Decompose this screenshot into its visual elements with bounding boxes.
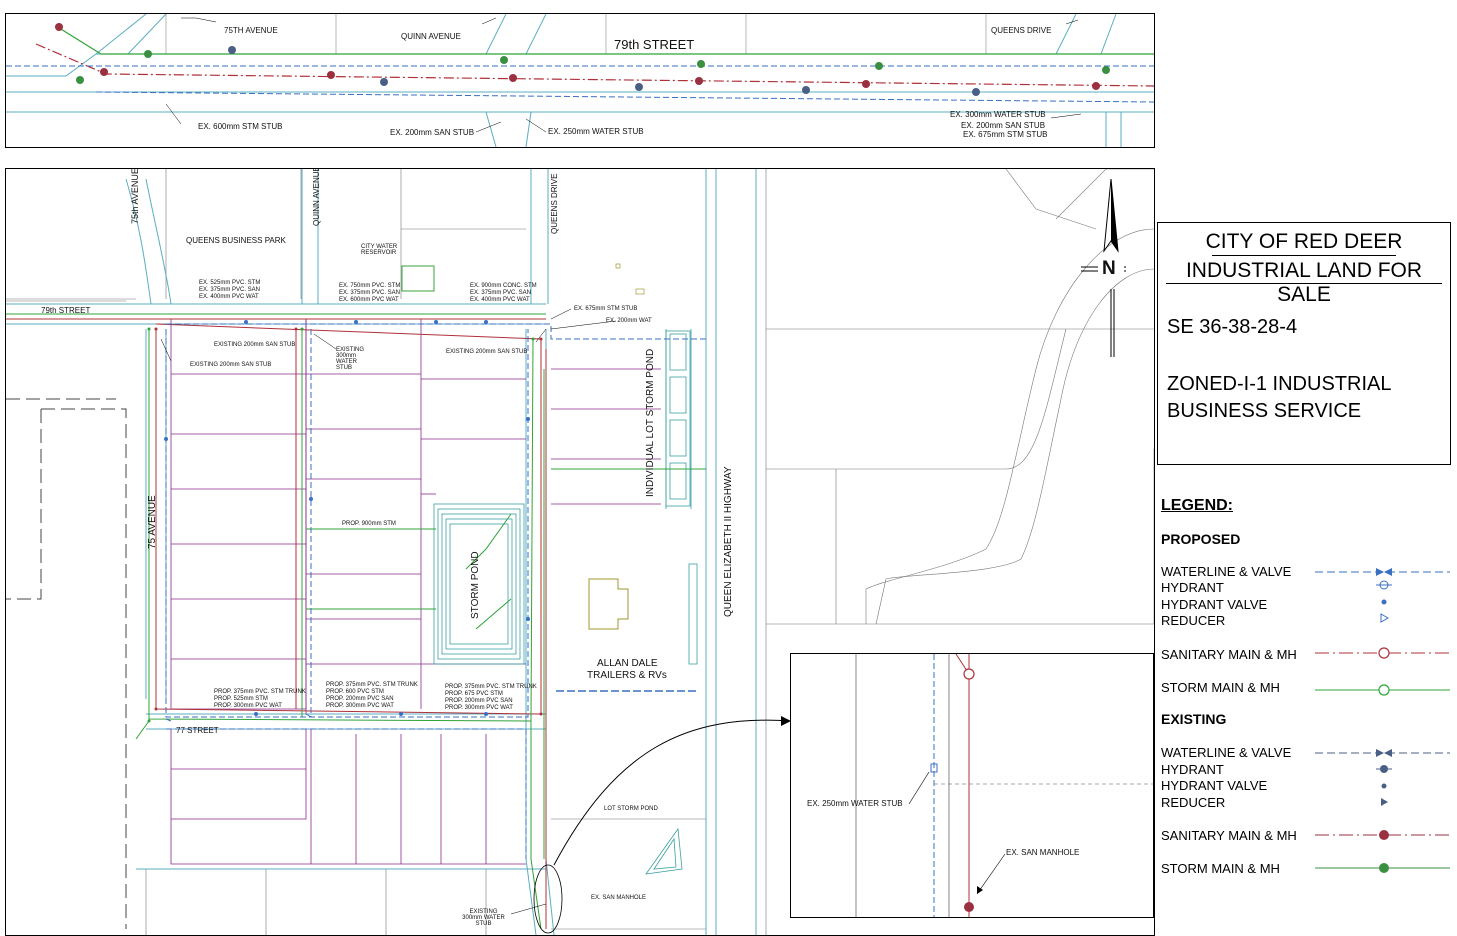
note-5-line-4: PROP. 300mm PVC WAT xyxy=(326,703,394,709)
label-prop-900-stm: PROP. 900mm STM xyxy=(342,521,396,527)
top-label-queens-drive: QUEENS DRIVE xyxy=(991,26,1052,35)
legend-symbols xyxy=(1315,568,1450,873)
inset-drawing xyxy=(855,654,1153,917)
label-existing-water-stub-small: EXISTING 300mm WATER STUB xyxy=(462,909,505,927)
label-allan-dale-trailers: TRAILERS & RVs xyxy=(587,670,667,681)
top-stub-200-san-2: EX. 200mm SAN STUB xyxy=(961,121,1046,130)
top-stub-200-san: EX. 200mm SAN STUB xyxy=(390,128,475,137)
title-legal-description: SE 36-38-28-4 xyxy=(1167,316,1298,338)
label-city-water-reservoir: CITY WATER RESERVOIR xyxy=(361,244,398,256)
top-label-75th-avenue: 75TH AVENUE xyxy=(224,26,278,35)
label-ex-200-wat: EX. 200mm WAT xyxy=(606,318,652,324)
label-allan-dale: ALLAN DALE xyxy=(597,658,658,669)
legend-proposed-hydrant-valve: HYDRANT VALVE xyxy=(1161,597,1268,612)
note-4-line-1: PROP. 375mm PVC. STM TRUNK xyxy=(214,689,306,695)
note-2-line-3: EX. 600mm PVC WAT xyxy=(339,297,399,303)
legend-proposed-sanitary: SANITARY MAIN & MH xyxy=(1161,647,1297,662)
legend-existing-sanitary: SANITARY MAIN & MH xyxy=(1161,828,1297,843)
label-qe2-highway: QUEEN ELIZABETH II HIGHWAY xyxy=(723,466,734,617)
note-2-line-2: EX. 375mm PVC. SAN xyxy=(339,290,401,296)
label-79th-street: 79th STREET xyxy=(41,306,91,315)
legend-existing-reducer: REDUCER xyxy=(1161,795,1226,810)
note-3-line-2: EX. 375mm PVC. SAN xyxy=(470,290,532,296)
label-existing-200-san-stub-3: EXISTING 200mm SAN STUB xyxy=(446,349,528,355)
legend-existing-storm: STORM MAIN & MH xyxy=(1161,861,1280,876)
legend-existing-heading: EXISTING xyxy=(1161,711,1227,727)
top-label-quinn-avenue: QUINN AVENUE xyxy=(401,32,461,41)
title-zoning-line-1: ZONED-I-1 INDUSTRIAL xyxy=(1167,373,1392,395)
main-storm-trunk xyxy=(135,329,542,930)
note-5-line-3: PROP. 200mm PVC SAN xyxy=(326,696,394,702)
label-queens-drive: QUEENS DRIVE xyxy=(550,173,559,234)
note-6-line-4: PROP. 300mm PVC WAT xyxy=(445,705,513,711)
label-existing-300-water-stub: EXISTING 300mm WATER STUB xyxy=(336,347,365,371)
label-75-avenue: 75 AVENUE xyxy=(147,495,158,549)
north-arrow xyxy=(1081,179,1126,357)
legend-proposed-storm: STORM MAIN & MH xyxy=(1161,680,1280,695)
label-individual-lot-storm-pond: INDIVIDUAL LOT STORM POND xyxy=(645,348,656,497)
label-queens-business-park: QUEENS BUSINESS PARK xyxy=(186,236,286,245)
note-1-line-1: EX. 525mm PVC. STM xyxy=(199,280,261,286)
note-6-line-3: PROP. 200mm PVC SAN xyxy=(445,698,513,704)
label-quinn-avenue: QUINN AVENUE xyxy=(312,168,321,226)
legend-proposed-waterline: WATERLINE & VALVE xyxy=(1161,564,1292,579)
note-block-3: EX. 900mm CONC. STM EX. 375mm PVC. SAN E… xyxy=(470,283,537,304)
top-label-79th-street: 79th STREET xyxy=(614,37,695,52)
note-6-line-1: PROP. 375mm PVC. STM TRUNK xyxy=(445,684,537,690)
legend-proposed-reducer: REDUCER xyxy=(1161,613,1226,628)
top-stub-250-water: EX. 250mm WATER STUB xyxy=(548,127,644,136)
main-water-79 xyxy=(166,323,706,340)
label-existing-200-san-stub-1: EXISTING 200mm SAN STUB xyxy=(190,362,272,368)
label-storm-pond: STORM POND xyxy=(470,551,481,619)
top-stub-600-stm: EX. 600mm STM STUB xyxy=(198,122,283,131)
legend-title: LEGEND: xyxy=(1161,497,1233,514)
legend-proposed-heading: PROPOSED xyxy=(1161,531,1241,547)
top-storm-main xyxy=(55,25,1154,55)
note-block-5: PROP. 375mm PVC. STM TRUNK PROP. 600 PVC… xyxy=(326,682,418,710)
inset-detail: EX. 250mm WATER STUB EX. SAN MANHOLE xyxy=(790,653,1154,918)
note-4-line-3: PROP. 300mm PVC WAT xyxy=(214,703,282,709)
legend-existing-hydrant: HYDRANT xyxy=(1161,762,1224,777)
label-75th-avenue-top: 75th AVENUE xyxy=(130,168,140,224)
top-stub-300-water: EX. 300mm WATER STUB xyxy=(950,110,1046,119)
note-5-line-1: PROP. 375mm PVC. STM TRUNK xyxy=(326,682,418,688)
legend-proposed-hydrant: HYDRANT xyxy=(1161,580,1224,595)
label-existing-200-san-stub-2: EXISTING 200mm SAN STUB xyxy=(214,342,296,348)
note-block-1: EX. 525mm PVC. STM EX. 375mm PVC. SAN EX… xyxy=(199,280,260,301)
top-plan-strip: 75TH AVENUE QUINN AVENUE 79th STREET QUE… xyxy=(5,13,1155,148)
note-2-line-1: EX. 750mm PVC. STM xyxy=(339,283,401,289)
note-3-line-1: EX. 900mm CONC. STM xyxy=(470,283,537,289)
title-line-1: CITY OF RED DEER xyxy=(1205,230,1403,253)
note-block-4: PROP. 375mm PVC. STM TRUNK PROP. 525mm S… xyxy=(214,689,306,710)
note-block-2: EX. 750mm PVC. STM EX. 375mm PVC. SAN EX… xyxy=(339,283,400,304)
legend-existing-hydrant-valve: HYDRANT VALVE xyxy=(1161,778,1268,793)
note-5-line-2: PROP. 600 PVC STM xyxy=(326,689,384,695)
inset-label-water-stub: EX. 250mm WATER STUB xyxy=(807,799,903,808)
note-6-line-2: PROP. 675 PVC STM xyxy=(445,691,503,697)
top-stub-675-stm: EX. 675mm STM STUB xyxy=(963,130,1048,139)
note-block-6: PROP. 375mm PVC. STM TRUNK PROP. 675 PVC… xyxy=(445,684,537,712)
legend-existing-waterline: WATERLINE & VALVE xyxy=(1161,745,1292,760)
north-arrow-label: N xyxy=(1102,258,1116,279)
label-77-street: 77 STREET xyxy=(176,726,219,735)
label-ex-675-stm-stub: EX. 675mm STM STUB xyxy=(574,306,638,312)
note-3-line-3: EX. 400mm PVC WAT xyxy=(470,297,530,303)
note-1-line-2: EX. 375mm PVC. SAN xyxy=(199,287,261,293)
label-ex-san-manhole-small: EX. SAN MANHOLE xyxy=(591,895,647,901)
title-block: CITY OF RED DEER INDUSTRIAL LAND FOR SAL… xyxy=(1157,222,1451,465)
inset-label-san-manhole: EX. SAN MANHOLE xyxy=(1006,848,1080,857)
note-1-line-3: EX. 400mm PVC WAT xyxy=(199,294,259,300)
top-water-main-2 xyxy=(95,91,1154,103)
title-zoning-line-2: BUSINESS SERVICE xyxy=(1167,400,1362,422)
note-4-line-2: PROP. 525mm STM xyxy=(214,696,268,702)
label-lot-storm-pond: LOT STORM POND xyxy=(604,806,658,812)
